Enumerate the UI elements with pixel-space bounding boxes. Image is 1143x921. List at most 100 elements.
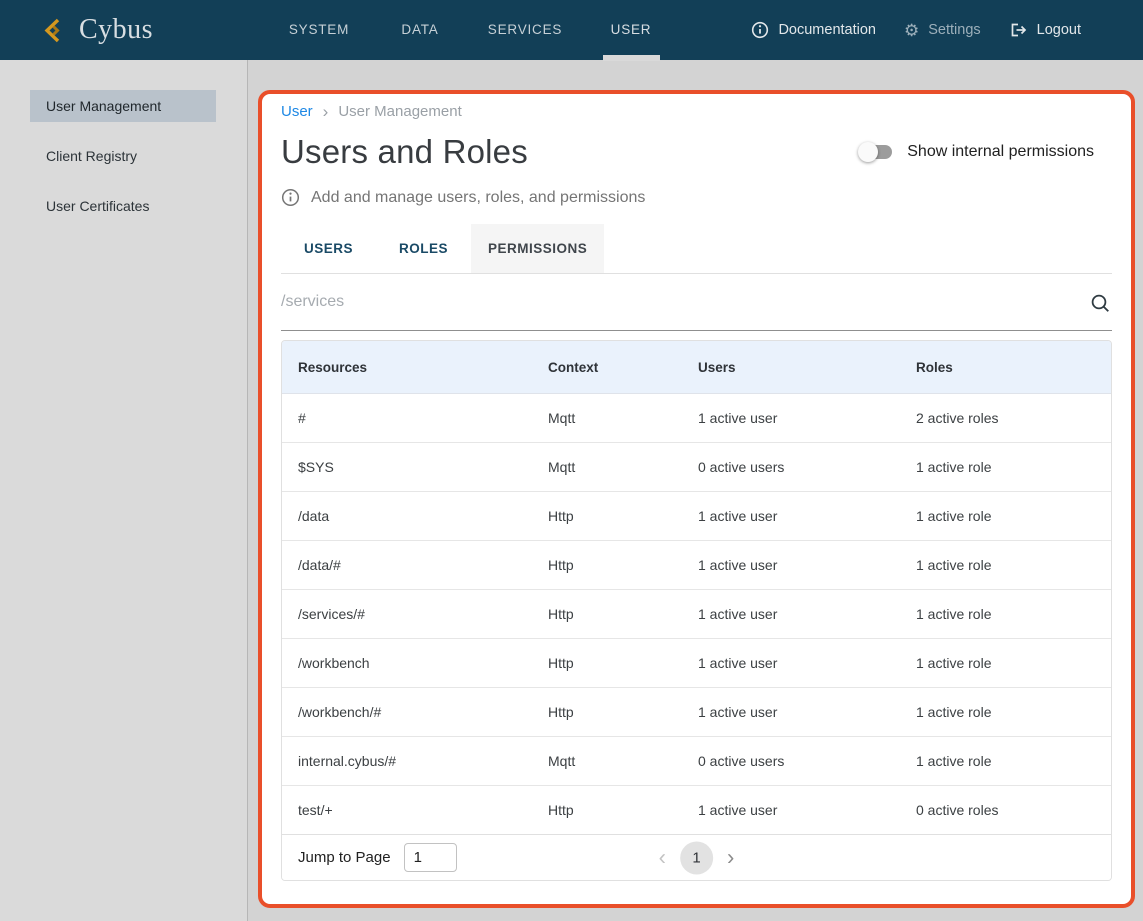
cell-resource: /data/# <box>298 557 548 573</box>
documentation-button[interactable]: Documentation <box>751 21 876 39</box>
search-input[interactable] <box>281 293 1112 311</box>
search-bar <box>281 274 1112 331</box>
settings-label: Settings <box>928 22 980 38</box>
cell-users: 1 active user <box>698 508 916 524</box>
cell-context: Http <box>548 557 698 573</box>
tab-bar: USERS ROLES PERMISSIONS <box>281 224 1112 274</box>
cell-context: Mqtt <box>548 459 698 475</box>
table-header-row: Resources Context Users Roles <box>282 341 1111 394</box>
nav-item-services[interactable]: SERVICES <box>488 0 562 60</box>
cell-resource: $SYS <box>298 459 548 475</box>
cell-roles: 1 active role <box>916 655 1111 671</box>
chevron-right-icon: › <box>323 103 329 120</box>
current-page-button[interactable]: 1 <box>680 841 713 874</box>
page-description: Add and manage users, roles, and permiss… <box>311 189 645 207</box>
cell-users: 1 active user <box>698 704 916 720</box>
table-row[interactable]: /workbench Http 1 active user 1 active r… <box>282 639 1111 688</box>
left-sidebar: User Management Client Registry User Cer… <box>0 60 248 921</box>
toggle-label: Show internal permissions <box>907 143 1094 161</box>
jump-to-page-label: Jump to Page <box>298 849 391 866</box>
cell-context: Http <box>548 606 698 622</box>
cell-roles: 1 active role <box>916 459 1111 475</box>
sidebar-item-user-management[interactable]: User Management <box>30 90 216 122</box>
nav-item-data[interactable]: DATA <box>401 0 438 60</box>
table-row[interactable]: test/+ Http 1 active user 0 active roles <box>282 786 1111 835</box>
table-row[interactable]: /data Http 1 active user 1 active role <box>282 492 1111 541</box>
gear-icon: ⚙ <box>904 22 919 39</box>
brand-name: Cybus <box>79 14 153 46</box>
top-navbar: Cybus SYSTEM DATA SERVICES USER Document… <box>0 0 1143 60</box>
page-description-row: Add and manage users, roles, and permiss… <box>281 188 1112 207</box>
jump-to-page-input[interactable] <box>404 843 457 872</box>
table-row[interactable]: $SYS Mqtt 0 active users 1 active role <box>282 443 1111 492</box>
cybus-logo-icon <box>42 17 69 44</box>
cell-context: Mqtt <box>548 753 698 769</box>
cell-context: Http <box>548 802 698 818</box>
cell-roles: 1 active role <box>916 704 1111 720</box>
table-row[interactable]: /workbench/# Http 1 active user 1 active… <box>282 688 1111 737</box>
cell-users: 1 active user <box>698 606 916 622</box>
table-row[interactable]: internal.cybus/# Mqtt 0 active users 1 a… <box>282 737 1111 786</box>
cell-resource: /workbench <box>298 655 548 671</box>
cell-resource: /services/# <box>298 606 548 622</box>
main-content-panel: User › User Management Users and Roles S… <box>258 90 1135 908</box>
cell-resource: /workbench/# <box>298 704 548 720</box>
cell-users: 0 active users <box>698 753 916 769</box>
cell-context: Http <box>548 704 698 720</box>
cell-resource: internal.cybus/# <box>298 753 548 769</box>
cell-context: Http <box>548 655 698 671</box>
column-header-resources: Resources <box>298 360 548 375</box>
nav-item-user[interactable]: USER <box>611 0 652 60</box>
cell-roles: 0 active roles <box>916 802 1111 818</box>
cell-context: Http <box>548 508 698 524</box>
cell-users: 1 active user <box>698 410 916 426</box>
logout-icon <box>1009 21 1028 39</box>
settings-button[interactable]: ⚙ Settings <box>904 22 981 39</box>
table-row[interactable]: # Mqtt 1 active user 2 active roles <box>282 394 1111 443</box>
column-header-context: Context <box>548 360 698 375</box>
info-icon <box>281 188 300 207</box>
tab-roles[interactable]: ROLES <box>376 224 471 273</box>
sidebar-item-user-certificates[interactable]: User Certificates <box>30 190 216 222</box>
cell-resource: # <box>298 410 548 426</box>
cell-context: Mqtt <box>548 410 698 426</box>
cell-roles: 1 active role <box>916 753 1111 769</box>
permissions-table: Resources Context Users Roles # Mqtt 1 a… <box>281 340 1112 881</box>
info-icon <box>751 21 769 39</box>
pagination: ‹ 1 › <box>659 841 735 874</box>
breadcrumb: User › User Management <box>281 103 1112 120</box>
column-header-users: Users <box>698 360 916 375</box>
logout-label: Logout <box>1037 22 1081 38</box>
search-icon[interactable] <box>1090 293 1111 314</box>
table-row[interactable]: /services/# Http 1 active user 1 active … <box>282 590 1111 639</box>
internal-permissions-toggle-group: Show internal permissions <box>858 142 1112 162</box>
previous-page-icon[interactable]: ‹ <box>659 845 666 871</box>
next-page-icon[interactable]: › <box>727 845 734 871</box>
table-row[interactable]: /data/# Http 1 active user 1 active role <box>282 541 1111 590</box>
nav-item-system[interactable]: SYSTEM <box>289 0 349 60</box>
cell-users: 0 active users <box>698 459 916 475</box>
breadcrumb-current: User Management <box>338 103 461 120</box>
cell-users: 1 active user <box>698 655 916 671</box>
app-window: Cybus SYSTEM DATA SERVICES USER Document… <box>0 0 1143 921</box>
active-nav-indicator <box>603 55 660 61</box>
cell-users: 1 active user <box>698 802 916 818</box>
brand[interactable]: Cybus <box>42 0 153 60</box>
show-internal-permissions-toggle[interactable] <box>858 142 894 162</box>
cell-users: 1 active user <box>698 557 916 573</box>
breadcrumb-link-user[interactable]: User <box>281 103 313 120</box>
table-footer: Jump to Page ‹ 1 › <box>282 835 1111 880</box>
toggle-knob <box>858 142 878 162</box>
column-header-roles: Roles <box>916 360 1111 375</box>
documentation-label: Documentation <box>778 22 876 38</box>
cell-roles: 2 active roles <box>916 410 1111 426</box>
logout-button[interactable]: Logout <box>1009 21 1081 39</box>
navbar-actions: Documentation ⚙ Settings Logout <box>751 0 1081 60</box>
page-title: Users and Roles <box>281 133 528 171</box>
cell-roles: 1 active role <box>916 606 1111 622</box>
cell-resource: /data <box>298 508 548 524</box>
tab-permissions[interactable]: PERMISSIONS <box>471 224 604 273</box>
sidebar-item-client-registry[interactable]: Client Registry <box>30 140 216 172</box>
cell-roles: 1 active role <box>916 557 1111 573</box>
tab-users[interactable]: USERS <box>281 224 376 273</box>
